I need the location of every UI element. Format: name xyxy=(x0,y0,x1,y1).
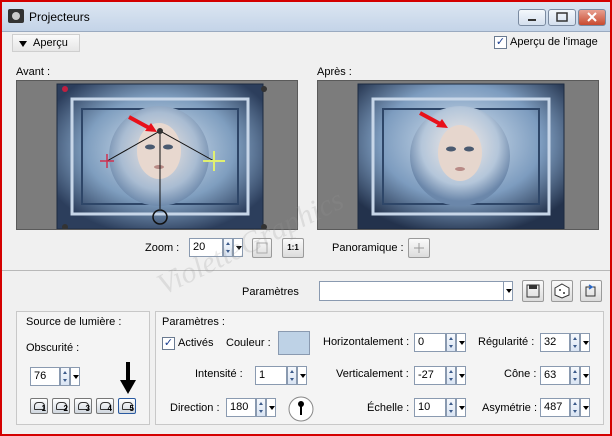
zoom-input[interactable]: 20 xyxy=(189,238,223,257)
light-3-button[interactable]: 3 xyxy=(74,398,92,414)
separator xyxy=(2,270,610,271)
reset-button[interactable] xyxy=(580,280,602,302)
actual-size-button[interactable]: 1:1 xyxy=(282,238,304,258)
regularity-dropdown[interactable] xyxy=(580,333,590,352)
direction-input[interactable]: 180 xyxy=(226,398,256,417)
horizontal-input[interactable]: 0 xyxy=(414,333,446,352)
color-swatch[interactable] xyxy=(278,331,310,355)
projecteurs-dialog: Projecteurs Aperçu ✓ Aperçu de l'image A… xyxy=(0,0,612,436)
cone-spinner[interactable] xyxy=(570,366,580,385)
regularity-input[interactable]: 32 xyxy=(540,333,570,352)
presets-dropdown[interactable] xyxy=(503,281,513,301)
horizontal-label: Horizontalement : xyxy=(323,336,410,348)
preview-toggle-label: Aperçu xyxy=(33,37,68,49)
light-3-label: 3 xyxy=(85,404,90,413)
regularity-spinner[interactable] xyxy=(570,333,580,352)
maximize-button[interactable] xyxy=(548,9,576,26)
dice-icon xyxy=(554,283,570,299)
parameters-title: Paramètres : xyxy=(162,316,225,328)
asymmetry-spinner[interactable] xyxy=(570,398,580,417)
vertical-spinner[interactable] xyxy=(446,366,456,385)
scale-spinner[interactable] xyxy=(446,398,456,417)
triangle-down-icon xyxy=(19,41,27,47)
vertical-input[interactable]: -27 xyxy=(414,366,446,385)
darkness-input[interactable]: 76 xyxy=(30,367,60,386)
cone-input[interactable]: 63 xyxy=(540,366,570,385)
light-2-button[interactable]: 2 xyxy=(52,398,70,414)
vertical-dropdown[interactable] xyxy=(456,366,466,385)
save-icon xyxy=(526,284,540,298)
active-label: Activés xyxy=(178,337,214,349)
light-2-label: 2 xyxy=(63,404,68,413)
presets-select[interactable] xyxy=(319,281,505,301)
scale-label: Échelle : xyxy=(367,402,410,414)
direction-label: Direction : xyxy=(170,402,220,414)
close-button[interactable] xyxy=(578,9,606,26)
direction-dial-icon[interactable] xyxy=(287,395,315,423)
zoom-dropdown[interactable] xyxy=(233,238,243,257)
intensity-input[interactable]: 1 xyxy=(255,366,287,385)
window-title: Projecteurs xyxy=(29,10,90,24)
presets-label: Paramètres xyxy=(242,286,299,298)
pan-button[interactable] xyxy=(408,238,430,258)
after-preview xyxy=(317,80,599,230)
cone-label: Cône : xyxy=(504,368,537,380)
horizontal-spinner[interactable] xyxy=(446,333,456,352)
before-preview-image xyxy=(56,83,267,229)
before-preview[interactable] xyxy=(16,80,298,230)
active-checkbox[interactable]: ✓ xyxy=(162,337,175,350)
asymmetry-label: Asymétrie : xyxy=(482,402,538,414)
before-label: Avant : xyxy=(16,66,51,78)
pan-icon xyxy=(414,243,424,253)
maximize-icon xyxy=(556,12,568,22)
light-4-button[interactable]: 4 xyxy=(96,398,114,414)
image-preview-label: Aperçu de l'image xyxy=(510,36,598,48)
color-label: Couleur : xyxy=(226,337,271,349)
reset-icon xyxy=(585,284,596,297)
zoom-label: Zoom : xyxy=(145,242,180,254)
light-5-label: 5 xyxy=(129,404,134,413)
toolbar: Aperçu ✓ Aperçu de l'image xyxy=(2,32,610,54)
scale-dropdown[interactable] xyxy=(456,398,466,417)
cone-dropdown[interactable] xyxy=(580,366,590,385)
minimize-icon xyxy=(528,19,536,21)
pan-label: Panoramique : xyxy=(332,242,404,254)
title-bar: Projecteurs xyxy=(2,2,610,32)
direction-dropdown[interactable] xyxy=(266,398,276,417)
fit-icon xyxy=(256,242,268,254)
after-preview-image xyxy=(357,83,565,229)
light-1-button[interactable]: 1 xyxy=(30,398,48,414)
zoom-spinner[interactable] xyxy=(223,238,233,257)
darkness-dropdown[interactable] xyxy=(70,367,80,386)
regularity-label: Régularité : xyxy=(478,336,535,348)
intensity-label: Intensité : xyxy=(195,368,243,380)
asymmetry-input[interactable]: 487 xyxy=(540,398,570,417)
light-4-label: 4 xyxy=(107,404,112,413)
direction-spinner[interactable] xyxy=(256,398,266,417)
after-label: Après : xyxy=(317,66,352,78)
intensity-spinner[interactable] xyxy=(287,366,297,385)
vertical-label: Verticalement : xyxy=(336,368,409,380)
horizontal-dropdown[interactable] xyxy=(456,333,466,352)
scale-input[interactable]: 10 xyxy=(414,398,446,417)
darkness-spinner[interactable] xyxy=(60,367,70,386)
image-preview-checkbox[interactable]: ✓ xyxy=(494,36,507,49)
light-1-label: 1 xyxy=(41,404,46,413)
save-preset-button[interactable] xyxy=(522,280,544,302)
minimize-button[interactable] xyxy=(518,9,546,26)
arrow-down-icon xyxy=(120,362,136,394)
asymmetry-dropdown[interactable] xyxy=(580,398,590,417)
light-source-title: Source de lumière : xyxy=(26,316,122,328)
light-5-button[interactable]: 5 xyxy=(118,398,136,414)
camera-icon xyxy=(8,9,24,23)
preview-toggle-button[interactable]: Aperçu xyxy=(12,34,80,52)
darkness-label: Obscurité : xyxy=(26,342,80,354)
intensity-dropdown[interactable] xyxy=(297,366,307,385)
random-button[interactable] xyxy=(551,280,573,302)
close-icon xyxy=(587,12,597,22)
fit-zoom-button[interactable] xyxy=(252,238,272,258)
